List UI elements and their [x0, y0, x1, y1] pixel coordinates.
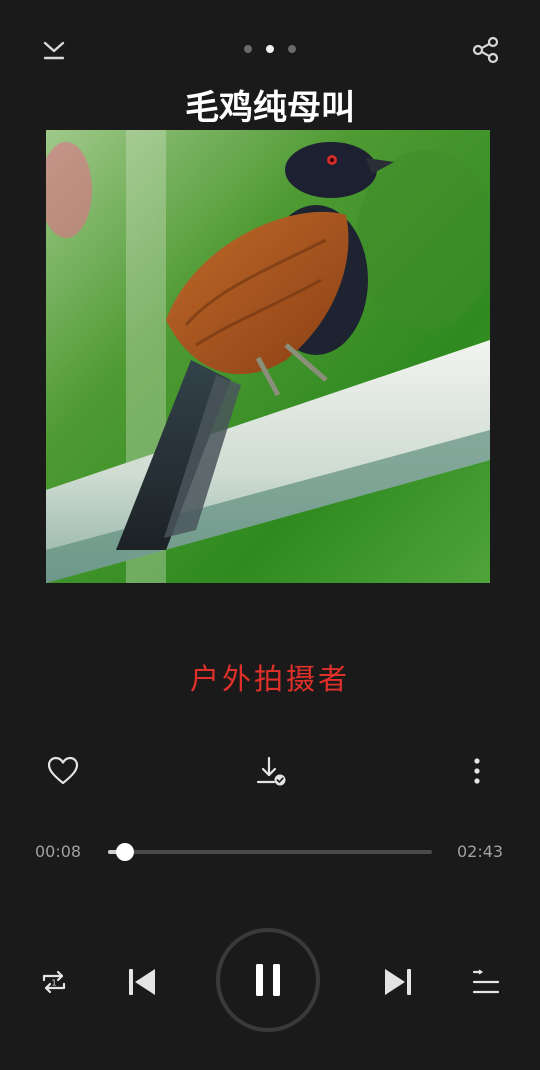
previous-track-button[interactable]: [120, 960, 164, 1004]
current-time: 00:08: [35, 842, 82, 861]
playlist-button[interactable]: [466, 962, 506, 1002]
like-button[interactable]: [42, 750, 84, 792]
play-pause-button[interactable]: [216, 928, 320, 1032]
repeat-mode-button[interactable]: 1: [34, 962, 74, 1002]
share-icon: [471, 35, 501, 65]
album-artwork[interactable]: [46, 130, 490, 583]
skip-next-icon: [382, 966, 414, 998]
pause-icon: [254, 963, 282, 997]
page-dot: [244, 45, 252, 53]
svg-text:1: 1: [51, 979, 56, 988]
artist-name[interactable]: 户外拍摄者: [0, 656, 540, 698]
page-indicator: [244, 44, 296, 54]
page-dot-active: [266, 45, 274, 53]
chevron-down-icon: [41, 37, 67, 63]
page-dot: [288, 45, 296, 53]
more-options-button[interactable]: [462, 750, 492, 792]
song-title: 毛鸡纯母叫: [185, 88, 355, 128]
progress-thumb[interactable]: [116, 843, 135, 861]
collapse-button[interactable]: [36, 32, 72, 68]
skip-previous-icon: [126, 966, 158, 998]
share-button[interactable]: [466, 30, 506, 70]
more-vertical-icon: [472, 757, 482, 785]
download-check-icon: [255, 755, 287, 787]
playlist-icon: [472, 969, 500, 995]
progress-track[interactable]: [108, 850, 432, 854]
heart-icon: [47, 756, 79, 786]
next-track-button[interactable]: [376, 960, 420, 1004]
download-button[interactable]: [250, 750, 292, 792]
total-time: 02:43: [457, 842, 504, 861]
repeat-one-icon: 1: [39, 967, 69, 997]
